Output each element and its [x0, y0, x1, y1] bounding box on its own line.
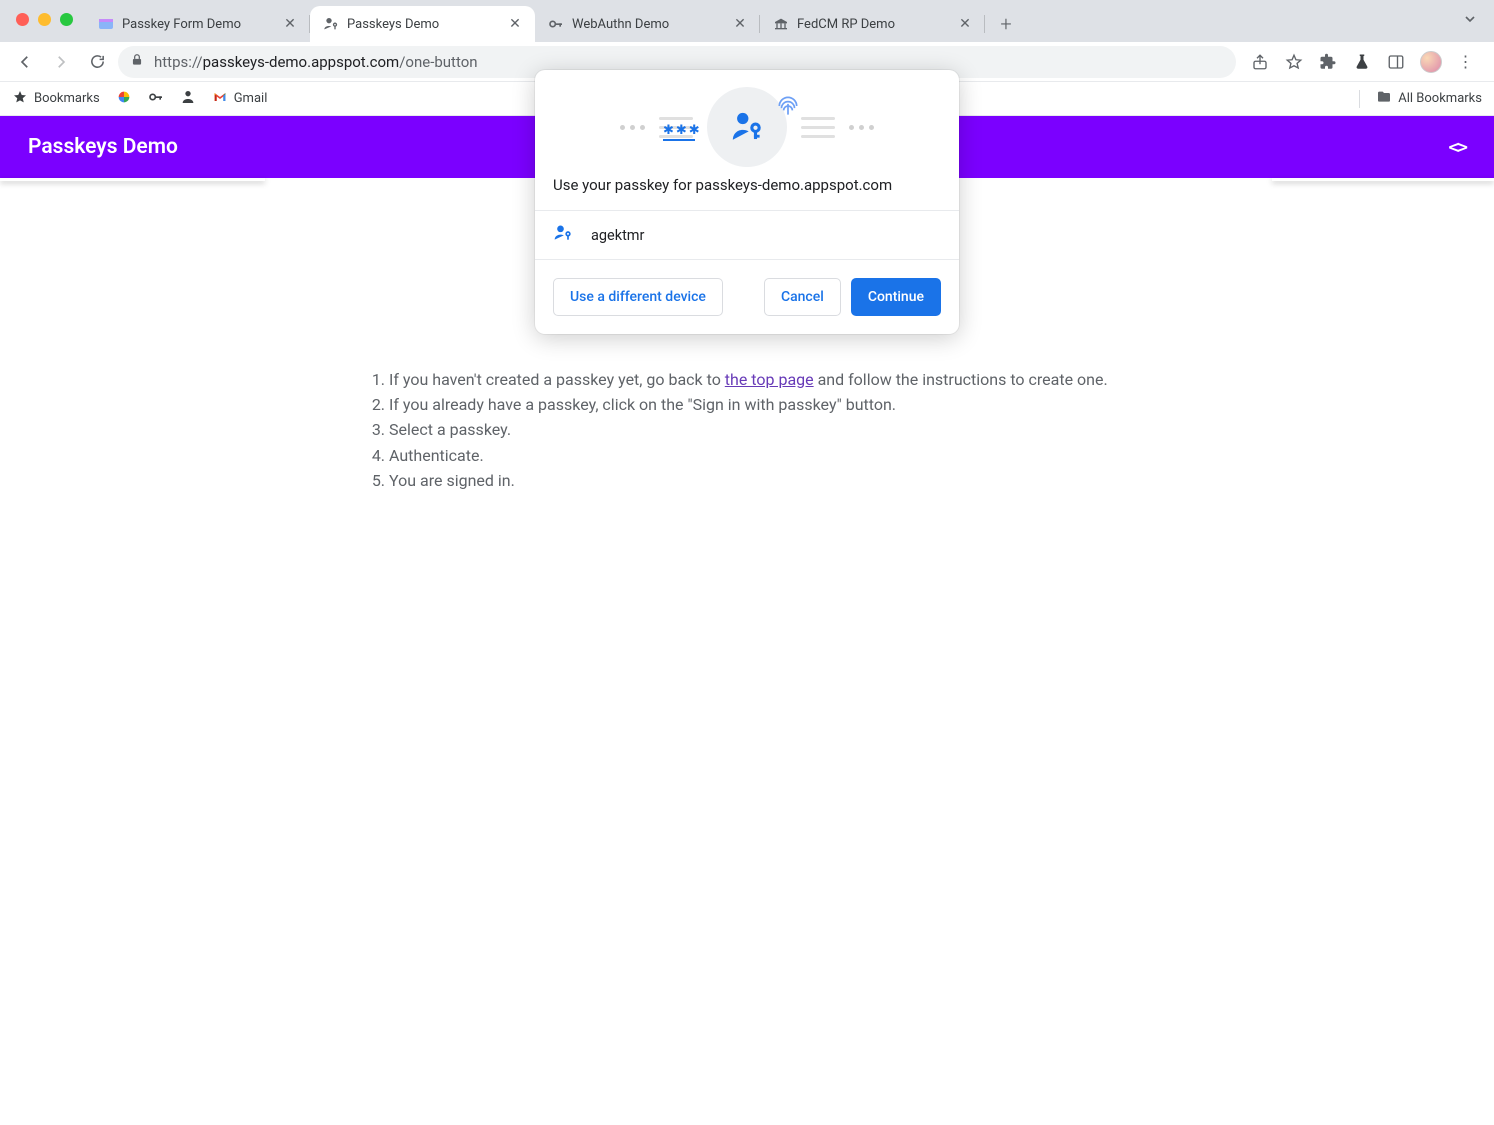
bookmark-label: Bookmarks: [34, 91, 100, 106]
tab-close-button[interactable]: ✕: [957, 16, 973, 32]
passkey-graphic: ✱✱✱: [707, 87, 787, 167]
reload-button[interactable]: [82, 47, 112, 77]
extensions-icon[interactable]: [1318, 52, 1338, 72]
fingerprint-icon: [775, 93, 801, 119]
key-icon: [148, 89, 164, 109]
sidepanel-icon[interactable]: [1386, 52, 1406, 72]
chrome-menu-button[interactable]: ⋮: [1456, 52, 1476, 72]
back-button[interactable]: [10, 47, 40, 77]
gmail-icon: [212, 89, 228, 109]
account-passkey-icon: [553, 223, 573, 247]
top-page-link[interactable]: the top page: [725, 370, 814, 389]
use-different-device-button[interactable]: Use a different device: [553, 278, 723, 316]
favicon-bank-icon: [772, 16, 789, 33]
password-asterisks-icon: ✱✱✱: [663, 123, 702, 138]
url-path: /one-button: [399, 53, 477, 71]
tab-close-button[interactable]: ✕: [282, 16, 298, 32]
instruction-1-prefix: If you haven't created a passkey yet, go…: [389, 370, 725, 389]
tab-close-button[interactable]: ✕: [507, 16, 523, 32]
passkey-illustration: ✱✱✱: [535, 70, 959, 170]
favicon-key-icon: [547, 16, 564, 33]
google-photos-icon: [116, 89, 132, 109]
page-title: Passkeys Demo: [28, 135, 178, 159]
bookmarks-bar-divider: [1359, 90, 1360, 108]
star-icon[interactable]: [1284, 52, 1304, 72]
tab-overflow-button[interactable]: [1462, 11, 1494, 31]
instruction-1: If you haven't created a passkey yet, go…: [389, 368, 1127, 391]
decorative-lines-icon: [801, 117, 835, 138]
decorative-dots-icon: [849, 125, 874, 130]
star-filled-icon: [12, 89, 28, 109]
instruction-2: If you already have a passkey, click on …: [389, 393, 1127, 416]
code-toggle-button[interactable]: <>: [1448, 137, 1466, 158]
profile-avatar[interactable]: [1420, 51, 1442, 73]
new-tab-button[interactable]: +: [991, 9, 1021, 39]
instruction-1-suffix: and follow the instructions to create on…: [814, 370, 1108, 389]
passkey-person-icon: [730, 110, 764, 144]
instruction-5: You are signed in.: [389, 469, 1127, 492]
tabs: Passkey Form Demo ✕ Passkeys Demo ✕ WebA…: [85, 6, 1462, 42]
tab-title: Passkeys Demo: [347, 17, 499, 32]
window-close-button[interactable]: [16, 13, 29, 26]
lock-icon: [130, 53, 144, 71]
dialog-actions: Use a different device Cancel Continue: [535, 260, 959, 334]
url-host: passkeys-demo.appspot.com: [203, 53, 400, 71]
bookmark-photos[interactable]: [116, 89, 132, 109]
all-bookmarks-button[interactable]: All Bookmarks: [1376, 89, 1482, 109]
window-zoom-button[interactable]: [60, 13, 73, 26]
decorative-dots-icon: [620, 125, 645, 130]
labs-icon[interactable]: [1352, 52, 1372, 72]
forward-button[interactable]: [46, 47, 76, 77]
person-icon: [180, 89, 196, 109]
cancel-button[interactable]: Cancel: [764, 278, 841, 316]
favicon-form-icon: [97, 16, 114, 33]
url-text: https://passkeys-demo.appspot.com/one-bu…: [154, 53, 478, 71]
instruction-4: Authenticate.: [389, 444, 1127, 467]
continue-button[interactable]: Continue: [851, 278, 941, 316]
dialog-title: Use your passkey for passkeys-demo.appsp…: [535, 170, 959, 210]
tab-webauthn-demo[interactable]: WebAuthn Demo ✕: [535, 6, 760, 42]
share-icon[interactable]: [1250, 52, 1270, 72]
all-bookmarks-label: All Bookmarks: [1398, 91, 1482, 106]
tab-title: FedCM RP Demo: [797, 17, 949, 32]
tab-title: WebAuthn Demo: [572, 17, 724, 32]
tab-passkey-form-demo[interactable]: Passkey Form Demo ✕: [85, 6, 310, 42]
tab-close-button[interactable]: ✕: [732, 16, 748, 32]
account-row[interactable]: agektmr: [535, 210, 959, 260]
bookmark-key[interactable]: [148, 89, 164, 109]
tab-passkeys-demo[interactable]: Passkeys Demo ✕: [310, 6, 535, 42]
window-controls: [10, 13, 85, 30]
bookmark-person[interactable]: [180, 89, 196, 109]
password-underline-icon: [663, 139, 695, 141]
favicon-passkey-icon: [322, 16, 339, 33]
tab-title: Passkey Form Demo: [122, 17, 274, 32]
passkey-dialog: ✱✱✱ Use your passkey for passkeys-demo.a…: [535, 70, 959, 334]
window-minimize-button[interactable]: [38, 13, 51, 26]
account-name: agektmr: [591, 227, 644, 244]
instruction-3: Select a passkey.: [389, 418, 1127, 441]
bookmark-bookmarks[interactable]: Bookmarks: [12, 89, 100, 109]
folder-icon: [1376, 89, 1392, 109]
url-scheme: https://: [154, 53, 203, 71]
bookmark-gmail[interactable]: Gmail: [212, 89, 268, 109]
tab-strip: Passkey Form Demo ✕ Passkeys Demo ✕ WebA…: [0, 0, 1494, 42]
toolbar-right: ⋮: [1242, 51, 1484, 73]
tab-fedcm-rp-demo[interactable]: FedCM RP Demo ✕: [760, 6, 985, 42]
bookmark-label: Gmail: [234, 91, 268, 106]
